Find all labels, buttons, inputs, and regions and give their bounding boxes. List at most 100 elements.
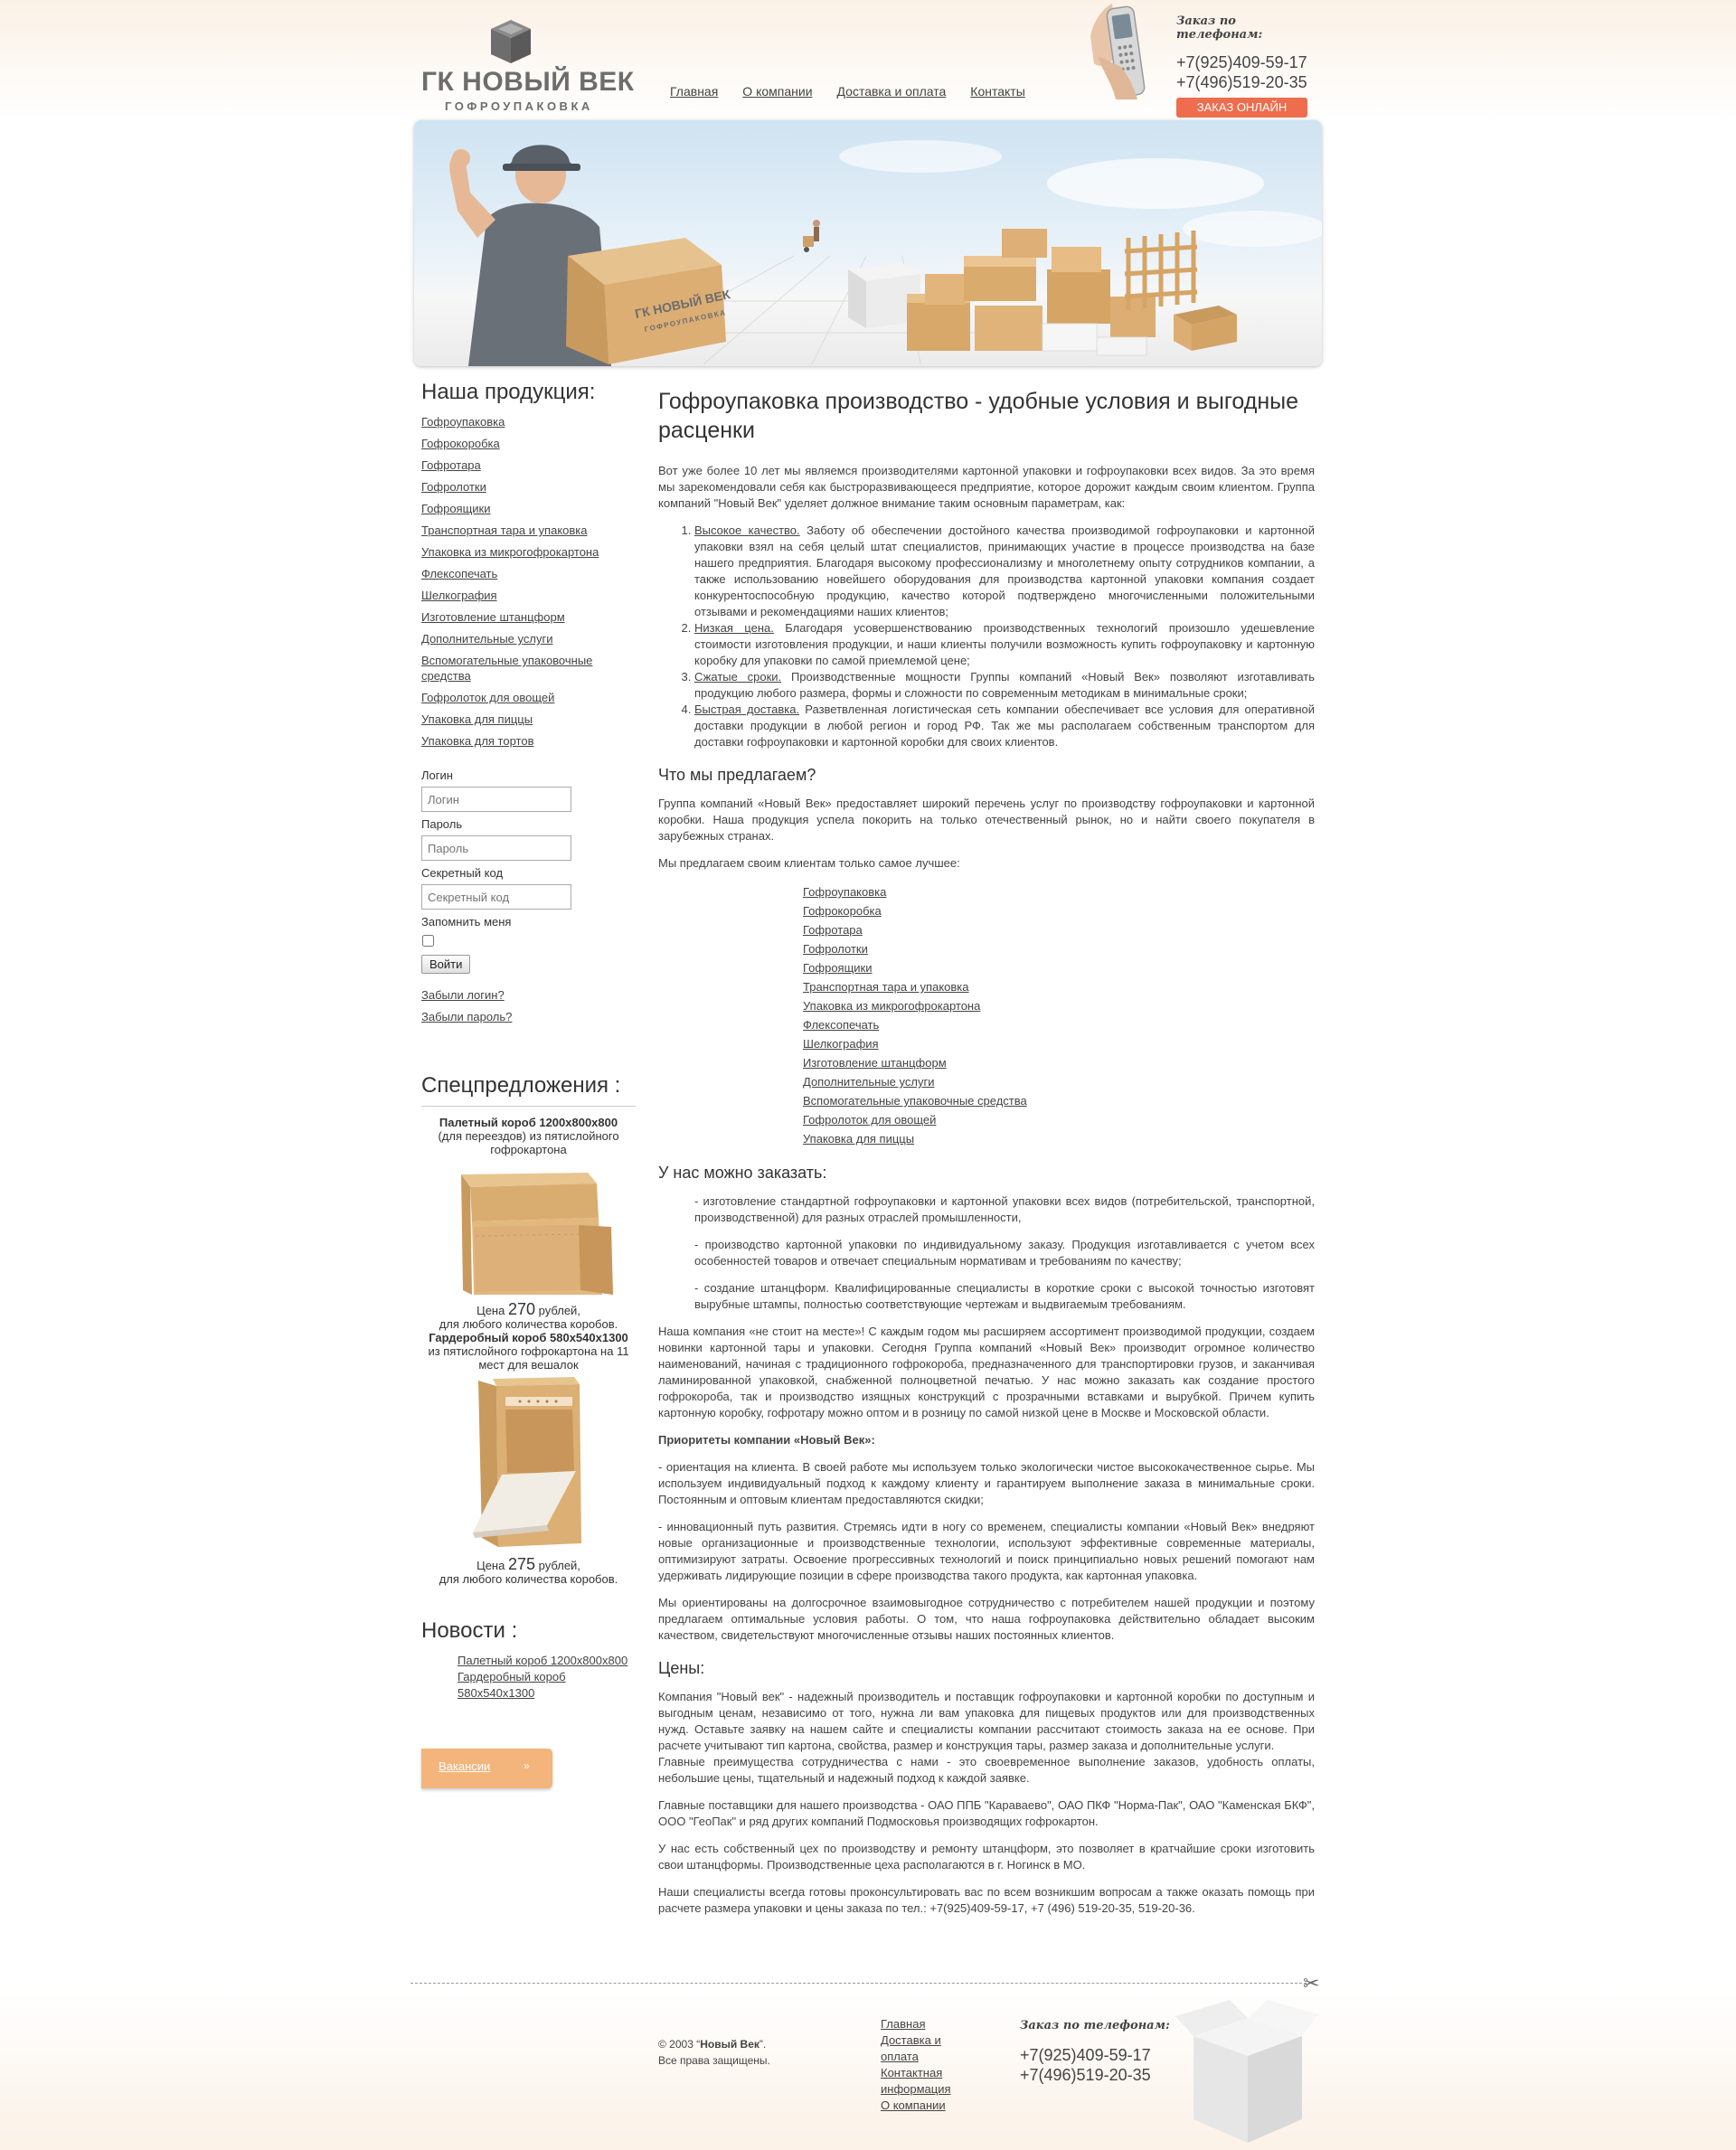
list-item: Высокое качество. Заботу об обеспечении … <box>694 523 1315 620</box>
boxes-pile <box>848 229 1156 356</box>
offer-link[interactable]: Упаковка из микрогофрокартона <box>803 999 980 1013</box>
offer-links: Гофроупаковка Гофрокоробка Гофротара Гоф… <box>803 882 1315 1148</box>
phone-2[interactable]: +7(496)519-20-35 <box>1176 72 1312 92</box>
offer-link[interactable]: Упаковка для пиццы <box>803 1132 914 1146</box>
porter-figure <box>803 220 820 252</box>
priority-item: - инновационный путь развития. Стремясь … <box>658 1520 1315 1582</box>
list-item: Гофролотки <box>421 479 636 495</box>
phone-1[interactable]: +7(925)409-59-17 <box>1176 52 1312 72</box>
logo[interactable]: ГК НОВЫЙ ВЕК ГОФРОУПАКОВКА <box>421 18 634 118</box>
prices-advantages: Главные преимущества сотрудничества с на… <box>658 1755 1315 1785</box>
secret-code-label: Секретный код <box>421 866 504 880</box>
offer-note: для любого количества коробов. <box>439 1572 618 1586</box>
priority-item: - ориентация на клиента. В своей работе … <box>658 1460 1315 1506</box>
nav-delivery[interactable]: Доставка и оплата <box>837 84 947 99</box>
secret-code-input[interactable] <box>421 884 571 910</box>
param-term: Низкая цена. <box>694 621 774 635</box>
branded-box: ГК НОВЫЙ ВЕК ГОФРОУПАКОВКА <box>566 238 731 364</box>
nav-about[interactable]: О компании <box>742 84 812 99</box>
wardrobe-box-image <box>472 1377 581 1547</box>
news-link[interactable]: Гардеробный короб 580х540х1300 <box>458 1669 636 1702</box>
products-menu: Гофроупаковка Гофрокоробка Гофротара Гоф… <box>421 414 636 749</box>
list-item: Низкая цена. Благодаря усовершенствовани… <box>694 620 1315 669</box>
login-form: Логин Пароль Секретный код Запомнить мен… <box>421 769 636 1023</box>
footer-link-delivery[interactable]: Доставка и оплата <box>881 2032 971 2065</box>
footer-link-about[interactable]: О компании <box>881 2098 971 2114</box>
product-link[interactable]: Упаковка из микрогофрокартона <box>421 545 599 559</box>
product-link[interactable]: Флексопечать <box>421 567 497 580</box>
company-paragraph: Наша компания «не стоит на месте»! С каж… <box>658 1325 1315 1419</box>
product-link[interactable]: Транспортная тара и упаковка <box>421 523 588 537</box>
list-item: Упаковка из микрогофрокартона <box>421 544 636 560</box>
offer-link[interactable]: Гофротара <box>803 923 863 937</box>
forgot-login-link[interactable]: Забыли логин? <box>421 988 636 1002</box>
product-link[interactable]: Гофрокоробка <box>421 437 500 450</box>
product-link[interactable]: Вспомогательные упаковочные средства <box>421 654 592 683</box>
left-sidebar: Наша продукция: Гофроупаковка Гофрокороб… <box>421 380 636 1788</box>
login-input[interactable] <box>421 787 571 812</box>
list-item: Гофрокоробка <box>421 436 636 451</box>
product-link[interactable]: Дополнительные услуги <box>421 632 552 646</box>
offer-link[interactable]: Гофролоток для овощей <box>803 1113 936 1127</box>
open-tray <box>1174 306 1237 351</box>
product-link[interactable]: Гофроупаковка <box>421 415 505 429</box>
remember-checkbox[interactable] <box>422 935 434 947</box>
offer-link[interactable]: Гофролотки <box>803 942 868 956</box>
list-item: Упаковка для пиццы <box>421 712 636 727</box>
list-item: Дополнительные услуги <box>421 631 636 646</box>
news-block: Новости : Палетный короб 1200х800х800 Га… <box>421 1618 636 1702</box>
offer-link[interactable]: Вспомогательные упаковочные средства <box>803 1094 1027 1108</box>
list-item: Быстрая доставка. Разветвленная логистич… <box>694 702 1315 750</box>
footer-background <box>0 1989 1736 2150</box>
footer-link-home[interactable]: Главная <box>881 2016 971 2032</box>
offer-link[interactable]: Гофрокоробка <box>803 904 882 918</box>
phone-label: Заказ по телефонам: <box>1176 14 1263 42</box>
nav-home[interactable]: Главная <box>670 84 718 99</box>
login-button[interactable]: Войти <box>421 955 471 974</box>
footer-phone-2[interactable]: +7(496)519-20-35 <box>1020 2065 1170 2085</box>
product-link[interactable]: Шелкография <box>421 589 497 602</box>
list-item: Гофротара <box>421 457 636 473</box>
copyright-name: Новый Век <box>700 2038 760 2051</box>
vacancies-tab[interactable]: Вакансии » <box>421 1749 552 1788</box>
product-link[interactable]: Изготовление штанцформ <box>421 610 565 624</box>
list-item: Сжатые сроки. Производственные мощности … <box>694 669 1315 702</box>
nav-contacts[interactable]: Контакты <box>970 84 1024 99</box>
header-phones: Заказ по телефонам: +7(925)409-59-17 +7(… <box>1176 14 1312 118</box>
offer-link[interactable]: Транспортная тара и упаковка <box>803 980 969 994</box>
news-link[interactable]: Палетный короб 1200х800х800 <box>458 1653 636 1669</box>
white-box-icon <box>1175 2000 1318 2143</box>
password-input[interactable] <box>421 835 571 861</box>
offer-note: для любого количества коробов. <box>439 1317 618 1331</box>
product-link[interactable]: Гофролоток для овощей <box>421 691 554 704</box>
product-link[interactable]: Упаковка для пиццы <box>421 712 533 726</box>
arrow-right-icon: » <box>524 1759 530 1772</box>
order-item: - создание штанцформ. Квалифицированные … <box>694 1281 1315 1311</box>
list-item: Шелкография <box>803 1034 1315 1053</box>
offer-name: Гардеробный короб 580х540х1300 <box>429 1331 628 1344</box>
product-link[interactable]: Гофротара <box>421 458 481 472</box>
product-link[interactable]: Гофролотки <box>421 480 486 494</box>
offer-link[interactable]: Дополнительные услуги <box>803 1075 934 1089</box>
offer-link[interactable]: Флексопечать <box>803 1018 879 1032</box>
footer-link-contacts[interactable]: Контактная информация <box>881 2065 971 2098</box>
order-item: - изготовление стандартной гофроупаковки… <box>694 1194 1315 1224</box>
footer-phone-1[interactable]: +7(925)409-59-17 <box>1020 2045 1170 2065</box>
vacancies-link[interactable]: Вакансии <box>439 1759 490 1773</box>
offer-link[interactable]: Гофроупаковка <box>803 885 886 899</box>
list-item: Упаковка из микрогофрокартона <box>803 996 1315 1015</box>
special-offer-wardrobe-box[interactable]: Гардеробный короб 580х540х1300 из пятисл… <box>421 1331 636 1586</box>
product-link[interactable]: Упаковка для тортов <box>421 734 533 748</box>
params-list: Высокое качество. Заботу об обеспечении … <box>658 523 1315 750</box>
list-item: Гофроящики <box>803 958 1315 977</box>
special-offer-pallet-box[interactable]: Палетный короб 1200х800х800 (для переезд… <box>421 1116 636 1331</box>
order-online-button[interactable]: ЗАКАЗ ОНЛАЙН <box>1176 98 1307 118</box>
product-link[interactable]: Гофроящики <box>421 502 491 515</box>
offer-link[interactable]: Изготовление штанцформ <box>803 1056 947 1070</box>
priorities-heading: Приоритеты компании «Новый Век»: <box>658 1433 875 1447</box>
offer-link[interactable]: Шелкография <box>803 1037 879 1051</box>
offer-link[interactable]: Гофроящики <box>803 961 873 975</box>
list-item: Гофроупаковка <box>421 414 636 429</box>
forgot-password-link[interactable]: Забыли пароль? <box>421 1010 636 1023</box>
header-background <box>0 0 1736 122</box>
